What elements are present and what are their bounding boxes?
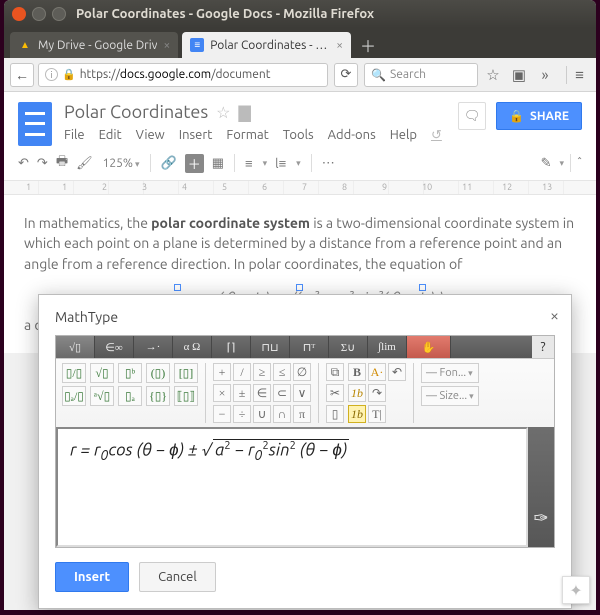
mt-nroot-button[interactable]: ᵃ√▯ [90,386,114,406]
mt-bracket-button[interactable]: [▯] [174,363,198,383]
mt-sup-button[interactable]: ▯ᵇ [118,363,142,383]
mt-tab-fractions[interactable]: √▯ [56,336,95,358]
mt-tab-calculus[interactable]: ∫lim [368,336,407,358]
mt-brace-button[interactable]: {▯} [146,386,170,406]
handwriting-sidebar[interactable]: ✑ [528,427,554,547]
mt-color-button[interactable]: A· [368,363,386,381]
explore-button[interactable]: ✦ [562,576,590,604]
mathtype-editor: r = r0cos (θ − ϕ) ± √a2 − r02sin2 (θ − ϕ… [56,427,554,547]
dialog-title: MathType [55,309,555,325]
mt-undo-button[interactable]: ↶ [388,363,406,381]
mathtype-toolbox: ▯/▯ ▯ₐ/▯ √▯ ᵃ√▯ ▯ᵇ ▯ₐ (▯) {▯} [56,358,554,427]
mt-op[interactable]: ∈ [253,384,271,402]
mt-op[interactable]: − [213,405,231,423]
mt-op[interactable]: ≥ [253,363,271,381]
mt-style-button[interactable]: 1b [348,405,366,423]
mt-op[interactable]: ∩ [273,405,291,423]
mt-sub-button[interactable]: ▯ₐ [118,386,142,406]
mt-tab-sets[interactable]: ∈∞ [95,336,134,358]
mt-copy-button[interactable]: ⧉ [326,363,344,381]
mathtype-dialog: MathType × √▯ ∈∞ →· α Ω ⌈⌉ ⊓⊔ ⊓ᵀ Σ∪ ∫lim… [38,294,572,609]
mt-sqrt-button[interactable]: √▯ [90,363,114,383]
mt-tab-arrows[interactable]: →· [134,336,173,358]
mt-tab-matrix[interactable]: ⌈⌉ [212,336,251,358]
mt-op[interactable]: ÷ [233,405,251,423]
insert-button[interactable]: Insert [55,562,129,592]
mt-paren-button[interactable]: (▯) [146,363,170,383]
mt-font-select[interactable]: — Fon... ▾ [421,363,479,383]
mt-op[interactable]: ± [233,384,251,402]
mt-op[interactable]: ∨ [293,384,311,402]
mt-tab-script[interactable]: ⊓ᵀ [290,336,329,358]
mt-op[interactable]: ≤ [273,363,291,381]
mt-tab-handwriting[interactable]: ✋ [407,336,451,358]
mt-size-select[interactable]: — Size... ▾ [421,386,479,406]
equation-canvas[interactable]: r = r0cos (θ − ϕ) ± √a2 − r02sin2 (θ − ϕ… [56,427,528,547]
mt-op[interactable]: × [213,384,231,402]
mt-tab-brackets[interactable]: ⊓⊔ [251,336,290,358]
mt-dbracket-button[interactable]: ⟦▯⟧ [174,386,198,406]
mt-op[interactable]: / [233,363,251,381]
mt-text-button[interactable]: T| [368,405,386,423]
mt-op[interactable]: ∪ [253,405,271,423]
mt-italic-button[interactable]: 1b [348,384,366,402]
mathtype-panel: √▯ ∈∞ →· α Ω ⌈⌉ ⊓⊔ ⊓ᵀ Σ∪ ∫lim ✋ ? ▯/▯ ▯ₐ… [55,335,555,548]
mt-tab-bigop[interactable]: Σ∪ [329,336,368,358]
cancel-button[interactable]: Cancel [139,562,216,592]
dialog-close-button[interactable]: × [550,307,559,325]
mt-fraction-button[interactable]: ▯/▯ [62,363,86,383]
mt-help-button[interactable]: ? [532,336,554,358]
mt-tab-greek[interactable]: α Ω [173,336,212,358]
mt-op[interactable]: π [293,405,311,423]
mt-op[interactable]: ⊂ [273,384,291,402]
mt-redo-button[interactable]: ↷ [368,384,386,402]
mt-op[interactable]: + [213,363,231,381]
mt-fraction-sub-button[interactable]: ▯ₐ/▯ [62,386,86,406]
modal-overlay: MathType × √▯ ∈∞ →· α Ω ⌈⌉ ⊓⊔ ⊓ᵀ Σ∪ ∫lim… [4,0,596,610]
mt-paste-button[interactable]: ▯ [326,405,344,423]
mt-bold-button[interactable]: B [348,363,366,381]
mt-op[interactable]: ∅ [293,363,311,381]
mathtype-tabstrip: √▯ ∈∞ →· α Ω ⌈⌉ ⊓⊔ ⊓ᵀ Σ∪ ∫lim ✋ ? [56,336,554,358]
mt-cut-button[interactable]: ✂ [326,384,344,402]
